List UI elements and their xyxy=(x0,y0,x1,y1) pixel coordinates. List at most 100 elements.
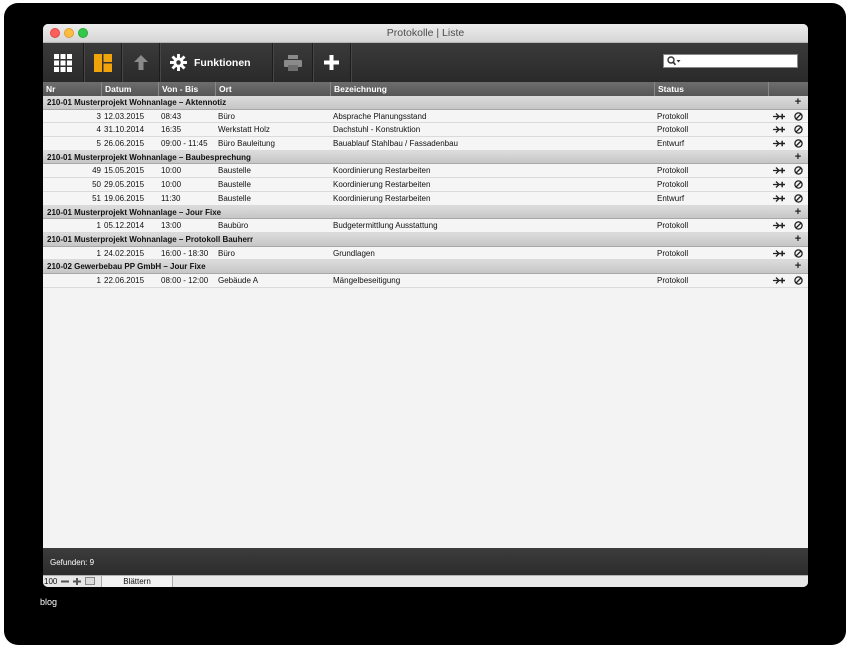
app-window: Protokolle | Liste Funktionen Nr Datum V… xyxy=(43,24,808,587)
table-row[interactable]: 50 29.05.2015 10:00 Baustelle Koordinierung … xyxy=(43,178,808,192)
table-row[interactable]: 1 24.02.2015 16:00 - 18:30 Büro Grundlagen Pr… xyxy=(43,246,808,261)
cell-status: Protokoll xyxy=(657,180,689,190)
delete-icon[interactable] xyxy=(794,180,803,189)
print-button[interactable] xyxy=(274,43,313,82)
cell-von-bis: 11:30 xyxy=(161,193,181,203)
table-row[interactable]: 4 31.10.2014 16:35 Werkstatt Holz Dachstuhl … xyxy=(43,123,808,138)
cell-nr: 50 xyxy=(92,180,101,190)
cell-datum: 31.10.2014 xyxy=(104,125,145,135)
group-label: 210-02 Gewerbebau PP GmbH – Jour Fixe xyxy=(47,262,206,272)
cell-nr: 1 xyxy=(96,275,101,285)
duplicate-icon[interactable] xyxy=(773,139,785,148)
group-header[interactable]: 210-01 Musterprojekt Wohnanlage – Protok… xyxy=(43,232,808,247)
duplicate-icon[interactable] xyxy=(773,194,785,203)
table-row[interactable]: 51 19.06.2015 11:30 Baustelle Koordinierung … xyxy=(43,191,808,206)
status-bar: Gefunden: 9 xyxy=(43,548,808,575)
zoom-in-icon[interactable] xyxy=(73,578,81,585)
delete-icon[interactable] xyxy=(794,125,803,135)
group-add-icon[interactable]: + xyxy=(792,96,804,110)
layout-icon xyxy=(93,53,112,72)
column-header-ort[interactable]: Ort xyxy=(215,82,330,96)
group-header[interactable]: 210-01 Musterprojekt Wohnanlage – Jour F… xyxy=(43,205,808,220)
table-row[interactable]: 5 26.06.2015 09:00 - 11:45 Büro Bauleitung B… xyxy=(43,137,808,151)
zoom-level: 100 xyxy=(44,577,58,586)
duplicate-icon[interactable] xyxy=(773,180,785,189)
group-add-icon[interactable]: + xyxy=(792,206,804,220)
table-row[interactable]: 1 22.06.2015 08:00 - 12:00 Gebäude A Mängelb… xyxy=(43,273,808,288)
column-header-von-bis[interactable]: Von - Bis xyxy=(158,82,215,96)
duplicate-icon[interactable] xyxy=(773,249,785,258)
cell-bezeichnung: Budgetermittlung Ausstattung xyxy=(333,221,438,231)
cell-ort: Büro xyxy=(218,111,235,121)
table-header: Nr Datum Von - Bis Ort Bezeichnung Statu… xyxy=(43,82,808,96)
cell-status: Protokoll xyxy=(657,166,689,176)
delete-icon[interactable] xyxy=(794,111,803,121)
duplicate-icon[interactable] xyxy=(773,112,785,121)
cell-bezeichnung: Koordinierung Restarbeiten xyxy=(333,166,431,176)
table-row[interactable]: 49 15.05.2015 10:00 Baustelle Koordinierung … xyxy=(43,164,808,179)
sort-up-button[interactable] xyxy=(122,43,160,82)
cell-von-bis: 08:00 - 12:00 xyxy=(161,275,209,285)
group-header[interactable]: 210-01 Musterprojekt Wohnanlage – Baubes… xyxy=(43,150,808,165)
add-new-button[interactable] xyxy=(313,43,351,82)
cell-ort: Werkstatt Holz xyxy=(218,125,270,135)
cell-von-bis: 13:00 xyxy=(161,221,182,231)
grid-view-button[interactable] xyxy=(43,43,84,82)
group-label: 210-01 Musterprojekt Wohnanlage – Aktenn… xyxy=(47,98,227,107)
delete-icon[interactable] xyxy=(794,194,803,203)
delete-icon[interactable] xyxy=(794,248,803,258)
group-label: 210-01 Musterprojekt Wohnanlage – Protok… xyxy=(47,234,254,244)
cell-ort: Baustelle xyxy=(218,180,251,190)
column-header-bezeichnung[interactable]: Bezeichnung xyxy=(330,82,654,96)
column-header-datum[interactable]: Datum xyxy=(101,82,158,96)
browse-mode-tab[interactable]: Blättern xyxy=(101,576,173,587)
functions-label: Funktionen xyxy=(194,56,251,69)
cell-bezeichnung: Dachstuhl - Konstruktion xyxy=(333,125,421,135)
window-title: Protokolle | Liste xyxy=(386,27,465,39)
group-header[interactable]: 210-01 Musterprojekt Wohnanlage – Aktenn… xyxy=(43,96,808,110)
table-row[interactable]: 3 12.03.2015 08:43 Büro Absprache Planungsst… xyxy=(43,109,808,124)
delete-icon[interactable] xyxy=(794,166,803,176)
plus-icon xyxy=(324,55,339,70)
cell-bezeichnung: Mängelbeseitigung xyxy=(333,275,401,285)
search-input[interactable] xyxy=(682,55,794,67)
duplicate-icon[interactable] xyxy=(773,125,785,134)
cell-datum: 26.06.2015 xyxy=(104,139,145,149)
delete-icon[interactable] xyxy=(794,139,803,148)
cell-von-bis: 16:35 xyxy=(161,125,182,135)
functions-button[interactable]: Funktionen xyxy=(160,43,273,82)
group-add-icon[interactable]: + xyxy=(792,151,804,165)
protocol-list: 210-01 Musterprojekt Wohnanlage – Aktenn… xyxy=(43,96,808,548)
group-header[interactable]: 210-02 Gewerbebau PP GmbH – Jour Fixe + xyxy=(43,260,808,274)
cell-von-bis: 09:00 - 11:45 xyxy=(161,139,208,149)
zoom-out-icon[interactable] xyxy=(61,578,69,585)
group-add-icon[interactable]: + xyxy=(792,260,804,274)
delete-icon[interactable] xyxy=(794,276,803,285)
table-row[interactable]: 1 05.12.2014 13:00 Baubüro Budgetermittlung … xyxy=(43,219,808,233)
toggle-status-area-icon[interactable] xyxy=(85,577,95,585)
cell-von-bis: 10:00 xyxy=(161,180,182,190)
cell-status: Entwurf xyxy=(657,139,685,149)
column-header-status[interactable]: Status xyxy=(654,82,768,96)
duplicate-icon[interactable] xyxy=(773,221,785,230)
cell-von-bis: 10:00 xyxy=(161,166,182,176)
toolbar: Funktionen xyxy=(43,43,808,82)
group-label: 210-01 Musterprojekt Wohnanlage – Jour F… xyxy=(47,207,222,217)
gear-icon xyxy=(170,54,187,71)
cell-status: Protokoll xyxy=(657,275,689,285)
cell-status: Protokoll xyxy=(657,125,689,135)
column-header-actions xyxy=(768,82,808,96)
cell-nr: 51 xyxy=(92,193,101,203)
delete-icon[interactable] xyxy=(794,221,803,230)
duplicate-icon[interactable] xyxy=(773,166,785,175)
cell-nr: 1 xyxy=(96,248,101,258)
title-bar[interactable]: Protokolle | Liste xyxy=(43,24,808,43)
search-field[interactable] xyxy=(663,54,798,68)
duplicate-icon[interactable] xyxy=(773,276,785,285)
layout-view-button[interactable] xyxy=(84,43,122,82)
cell-ort: Baustelle xyxy=(218,166,251,176)
group-add-icon[interactable]: + xyxy=(792,233,804,247)
cell-von-bis: 08:43 xyxy=(161,111,182,121)
column-header-nr[interactable]: Nr xyxy=(43,82,101,96)
cell-datum: 29.05.2015 xyxy=(104,180,145,190)
